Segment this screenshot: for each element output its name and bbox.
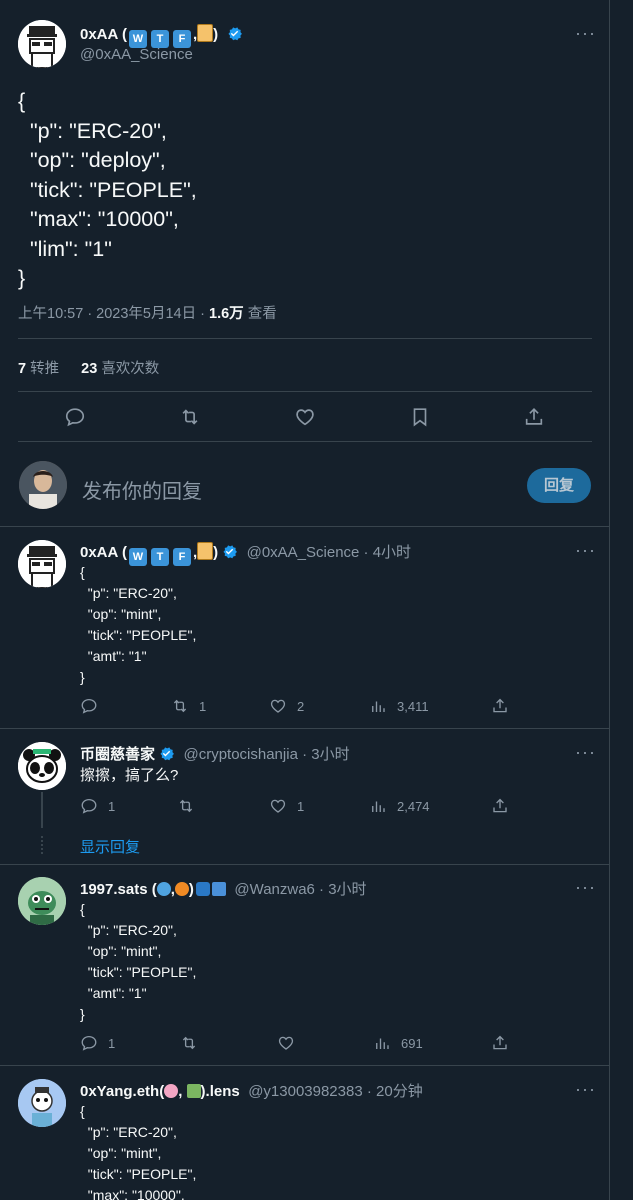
reply-count: 1 <box>108 1035 116 1051</box>
reply-author-line: 1997.sats (,) @Wanzwa6 · 3小时 <box>80 881 367 898</box>
orange-heart-icon <box>174 882 189 896</box>
book-emoji-icon <box>211 882 226 896</box>
bookmark-icon[interactable] <box>409 406 431 428</box>
author-name[interactable]: 0xAA <box>80 26 118 43</box>
divider <box>18 441 592 442</box>
reply-avatar[interactable] <box>18 540 66 588</box>
more-options-icon[interactable]: ··· <box>575 878 596 896</box>
views-count: 1.6万 <box>209 306 244 322</box>
reply-text: { "p": "ERC-20", "op": "mint", "tick": "… <box>80 901 197 1022</box>
reply-action[interactable]: 1 <box>80 797 115 815</box>
divider <box>0 526 610 527</box>
like-action[interactable] <box>277 1034 305 1052</box>
like-action[interactable]: 1 <box>269 797 304 815</box>
reply-handle[interactable]: @y13003982383 · 20分钟 <box>248 1083 423 1100</box>
engagement-stats: 7 转推 23 喜欢次数 <box>18 357 159 378</box>
views-label: 查看 <box>243 306 277 322</box>
scroll-emoji-icon <box>197 24 214 42</box>
share-action[interactable] <box>491 697 509 715</box>
reply-text: { "p": "ERC-20", "op": "mint", "tick": "… <box>80 564 197 685</box>
tweet-text: { "p": "ERC-20", "op": "deploy", "tick":… <box>18 89 197 290</box>
tweet-time[interactable]: 上午10:57 · 2023年5月14日 · <box>18 306 209 322</box>
views-action[interactable]: 2,474 <box>369 797 430 815</box>
verified-badge-icon <box>223 545 238 559</box>
reply-author-name[interactable]: 币圈慈善家 <box>80 746 155 763</box>
views-count: 3,411 <box>397 698 429 714</box>
show-replies-link[interactable]: 显示回复 <box>80 836 140 857</box>
retweet-action[interactable] <box>180 1034 208 1052</box>
retweet-action[interactable] <box>177 797 205 815</box>
share-icon[interactable] <box>523 406 545 428</box>
reply-author-line: 0xYang.eth(, ).lens @y13003982383 · 20分钟 <box>80 1083 423 1100</box>
reply-handle[interactable]: @Wanzwa6 · 3小时 <box>234 881 366 898</box>
reply-author-name[interactable]: 0xYang.eth( <box>80 1083 164 1100</box>
more-options-icon[interactable]: ··· <box>575 24 596 42</box>
reply-handle[interactable]: @0xAA_Science · 4小时 <box>247 544 411 561</box>
divider <box>18 391 592 392</box>
wave-emoji-icon <box>195 882 210 896</box>
author-avatar[interactable] <box>18 20 66 68</box>
reply-input[interactable]: 发布你的回复 <box>82 475 202 504</box>
reply-author-line: 币圈慈善家 @cryptocishanjia · 3小时 <box>80 743 350 764</box>
share-action[interactable] <box>491 1034 509 1052</box>
reply-text: 擦擦，搞了么? <box>80 767 179 784</box>
likes-stat[interactable]: 23 喜欢次数 <box>81 361 159 377</box>
retweets-stat[interactable]: 7 转推 <box>18 361 59 377</box>
more-options-icon[interactable]: ··· <box>575 541 596 559</box>
views-action[interactable]: 691 <box>373 1034 423 1052</box>
scroll-emoji-icon <box>197 542 214 560</box>
tweet-timestamp: 上午10:57 · 2023年5月14日 · 1.6万 查看 <box>18 302 277 323</box>
divider <box>0 1065 610 1066</box>
divider <box>0 864 610 865</box>
like-count: 1 <box>297 798 305 814</box>
reply-icon[interactable] <box>64 406 86 428</box>
retweet-action[interactable]: 1 <box>171 697 206 715</box>
reply-avatar[interactable] <box>18 877 66 925</box>
like-count: 2 <box>297 698 305 714</box>
views-action[interactable]: 3,411 <box>369 697 429 715</box>
retweet-icon[interactable] <box>179 406 201 428</box>
divider <box>18 338 592 339</box>
reply-avatar[interactable] <box>18 742 66 790</box>
verified-badge-icon <box>228 27 242 41</box>
reply-text: { "p": "ERC-20", "op": "mint", "tick": "… <box>80 1103 197 1200</box>
herb-emoji-icon <box>186 1084 201 1098</box>
my-avatar[interactable] <box>19 461 67 509</box>
like-action[interactable]: 2 <box>269 697 304 715</box>
author-handle[interactable]: @0xAA_Science <box>80 46 193 63</box>
retweet-count: 1 <box>199 698 207 714</box>
reply-action[interactable] <box>80 697 108 715</box>
flower-emoji-icon <box>164 1084 179 1098</box>
views-count: 691 <box>401 1035 423 1051</box>
verified-badge-icon <box>160 747 174 761</box>
like-icon[interactable] <box>294 406 316 428</box>
thread-line <box>41 792 43 828</box>
reply-author-name[interactable]: 0xAA <box>80 544 118 561</box>
blue-heart-icon <box>156 882 171 896</box>
share-action[interactable] <box>491 797 509 815</box>
reply-avatar[interactable] <box>18 1079 66 1127</box>
divider <box>0 728 610 729</box>
reply-count: 1 <box>108 798 116 814</box>
reply-handle[interactable]: @cryptocishanjia · 3小时 <box>183 746 349 763</box>
reply-action[interactable]: 1 <box>80 1034 115 1052</box>
reply-author-name[interactable]: 1997.sats ( <box>80 881 157 898</box>
views-count: 2,474 <box>397 798 430 814</box>
author-line: 0xAA (W T F,) <box>80 24 243 48</box>
more-options-icon[interactable]: ··· <box>575 1080 596 1098</box>
reply-button[interactable]: 回复 <box>527 468 591 503</box>
more-options-icon[interactable]: ··· <box>575 743 596 761</box>
thread-dots <box>41 836 43 854</box>
